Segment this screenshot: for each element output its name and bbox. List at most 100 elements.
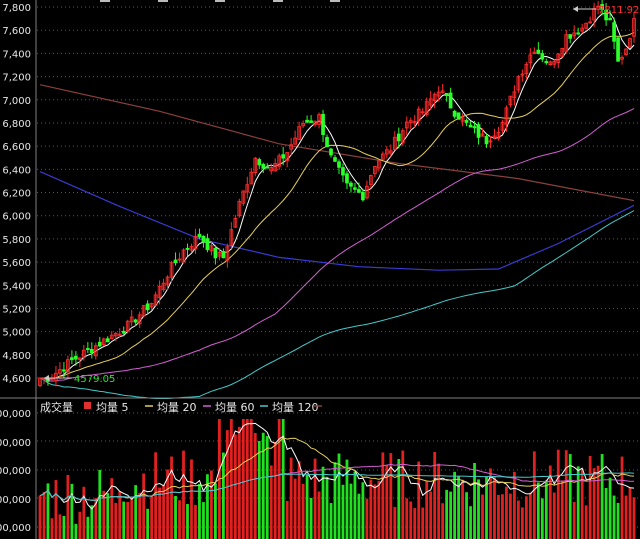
volume-bar [560, 480, 564, 539]
candle [584, 22, 589, 30]
volume-bar [604, 488, 608, 539]
candle [129, 309, 134, 327]
volume-bar [253, 432, 257, 539]
volume-bar [202, 502, 205, 539]
volume-bar [401, 450, 405, 539]
volume-axis: 800,000 600,000 400,000 200,000 400,000 [0, 409, 31, 534]
volume-bar [481, 494, 484, 539]
candle [325, 134, 329, 148]
candle [524, 61, 529, 81]
candle [420, 108, 425, 116]
volume-bar [536, 482, 540, 539]
high-annotation: 7811.92 [573, 5, 639, 16]
volume-bar [405, 498, 409, 539]
volume-bar [309, 498, 313, 539]
candle [392, 131, 397, 151]
vol-tick: 800,000 [0, 409, 31, 420]
candle [225, 243, 230, 268]
volume-bar [186, 504, 189, 539]
price-tick: 6,400 [2, 165, 31, 176]
candle [293, 130, 297, 145]
price-tick: 5,000 [2, 328, 31, 339]
price-tick: 6,800 [2, 119, 31, 130]
candle [289, 137, 293, 156]
volume-bars [38, 419, 636, 539]
volume-bar [289, 457, 293, 539]
candle [444, 92, 449, 102]
volume-bar [198, 483, 201, 539]
candle [620, 55, 624, 65]
volume-bar [130, 498, 134, 539]
volume-bar [493, 476, 496, 539]
candle [548, 60, 553, 66]
candle [424, 97, 429, 117]
volume-bar [513, 471, 516, 539]
candle [624, 48, 628, 57]
volume-bar [341, 484, 345, 539]
candle [181, 248, 186, 264]
volume-bar [540, 498, 544, 539]
candle [253, 156, 258, 177]
volume-bar [469, 506, 472, 539]
price-panel: 4,600 4,800 5,000 5,200 5,400 5,600 5,800 6,000… [2, 0, 640, 399]
candle [70, 350, 74, 365]
price-tick: 6,200 [2, 189, 31, 200]
candle [237, 198, 242, 218]
volume-bar [421, 507, 425, 539]
volume-bar [357, 493, 361, 539]
top-scale-marks [100, 0, 340, 2]
candle [321, 110, 325, 143]
candle [285, 152, 290, 168]
candle [456, 112, 461, 120]
volume-bar [329, 503, 333, 539]
candle [297, 121, 301, 140]
candle [105, 336, 110, 343]
volume-bar [445, 489, 449, 539]
legend-ma20: 均量 20 [157, 401, 197, 414]
candle [520, 69, 525, 82]
volume-bar [122, 501, 126, 539]
vol-tick: 400,000 [0, 523, 31, 534]
volume-bar [158, 487, 161, 539]
candle [213, 245, 218, 265]
moving-average-lines [39, 12, 635, 399]
volume-bar [397, 459, 401, 539]
volume-bar [66, 475, 70, 539]
volume-bar [369, 479, 373, 539]
candle [161, 278, 166, 292]
volume-ma-20 [39, 437, 635, 501]
volume-bar [393, 506, 397, 539]
price-tick: 7,600 [2, 26, 31, 37]
volume-bar [74, 523, 78, 539]
candlesticks [38, 0, 636, 388]
volume-average-lines [39, 422, 635, 510]
candle [568, 33, 573, 44]
volume-bar [461, 479, 464, 539]
candle [564, 29, 569, 54]
volume-bar [78, 511, 82, 539]
candle [109, 330, 114, 340]
volume-bar [373, 484, 377, 539]
volume-bar [612, 495, 616, 539]
candle [153, 291, 158, 306]
candle [345, 170, 349, 189]
candle [365, 180, 369, 200]
volume-bar [325, 476, 329, 539]
volume-bar [584, 505, 588, 539]
price-tick: 6,000 [2, 212, 31, 223]
candle [404, 116, 409, 135]
candle [440, 84, 445, 94]
candle [536, 42, 541, 55]
price-axis: 4,600 4,800 5,000 5,200 5,400 5,600 5,800 6,000… [2, 3, 31, 385]
long-term-lines [39, 84, 635, 271]
volume-bar [349, 483, 353, 539]
volume-bar [497, 494, 500, 539]
candle [377, 160, 381, 172]
volume-bar [54, 480, 58, 539]
candle [432, 92, 437, 109]
candle [556, 53, 561, 69]
volume-bar [58, 514, 62, 539]
volume-bar [465, 492, 468, 539]
volume-bar [70, 483, 74, 539]
volume-bar [377, 480, 381, 539]
